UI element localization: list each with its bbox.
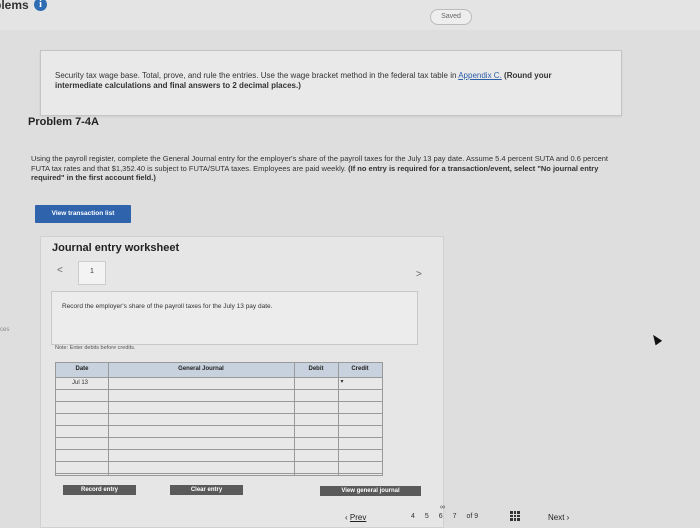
problem-title: Problem 7-4A (28, 116, 99, 128)
problem-description: Using the payroll register, complete the… (31, 154, 621, 183)
prev-button[interactable]: ‹ Prev (345, 513, 366, 522)
next-button[interactable]: Next › (548, 513, 569, 522)
record-entry-button[interactable]: Record entry (63, 485, 136, 495)
info-icon[interactable]: i (34, 0, 47, 11)
chevron-down-icon[interactable]: ▾ (338, 378, 346, 388)
saved-badge: Saved (430, 9, 472, 25)
page-title: blems (0, 0, 29, 12)
credit-column-header: Credit (351, 366, 369, 372)
account-column-header: General Journal (178, 366, 224, 372)
page-number[interactable]: 4 (411, 513, 415, 520)
column-divider (294, 363, 295, 475)
view-general-journal-button[interactable]: View general journal (320, 486, 421, 496)
debits-note: Note: Enter debits before credits. (55, 345, 136, 351)
mouse-cursor-icon (649, 332, 663, 346)
side-tag: ces (0, 327, 10, 333)
page-numbers: 4 5 6 7 of 9 (411, 513, 486, 520)
date-cell[interactable]: Jul 13 (72, 380, 88, 386)
grid-icon[interactable] (510, 511, 520, 521)
debit-column-header: Debit (308, 366, 324, 372)
general-journal-table: Date General Journal Debit Credit Jul 13… (55, 362, 383, 476)
journal-row[interactable] (56, 461, 382, 474)
chevron-left-icon[interactable]: < (57, 265, 63, 276)
view-transaction-list-button[interactable]: View transaction list (35, 205, 131, 223)
instructions-text: Security tax wage base. Total, prove, an… (55, 71, 585, 91)
date-column-header: Date (75, 366, 89, 372)
top-bar: blems i Saved (0, 0, 700, 30)
instructions-line: Security tax wage base. Total, prove, an… (55, 71, 457, 80)
page-number[interactable]: 5 (425, 513, 429, 520)
link-icon: ∞ (440, 504, 445, 511)
instructions-box: Security tax wage base. Total, prove, an… (40, 50, 622, 116)
worksheet-page-tab[interactable]: 1 (78, 261, 106, 285)
page-number[interactable]: 6 (439, 513, 443, 520)
prev-label: Prev (349, 513, 367, 522)
worksheet-title: Journal entry worksheet (52, 242, 180, 254)
next-label: Next (548, 513, 565, 522)
appendix-link[interactable]: Appendix C. (458, 71, 502, 80)
journal-header-row: Date General Journal Debit Credit (56, 363, 382, 378)
chevron-right-icon[interactable]: > (416, 269, 422, 280)
record-instruction-text: Record the employer's share of the payro… (62, 303, 273, 310)
page-number[interactable]: 7 (453, 513, 457, 520)
record-instruction-box: Record the employer's share of the payro… (51, 291, 418, 345)
clear-entry-button[interactable]: Clear entry (170, 485, 243, 495)
column-divider (108, 363, 109, 475)
page-count: of 9 (466, 513, 479, 520)
